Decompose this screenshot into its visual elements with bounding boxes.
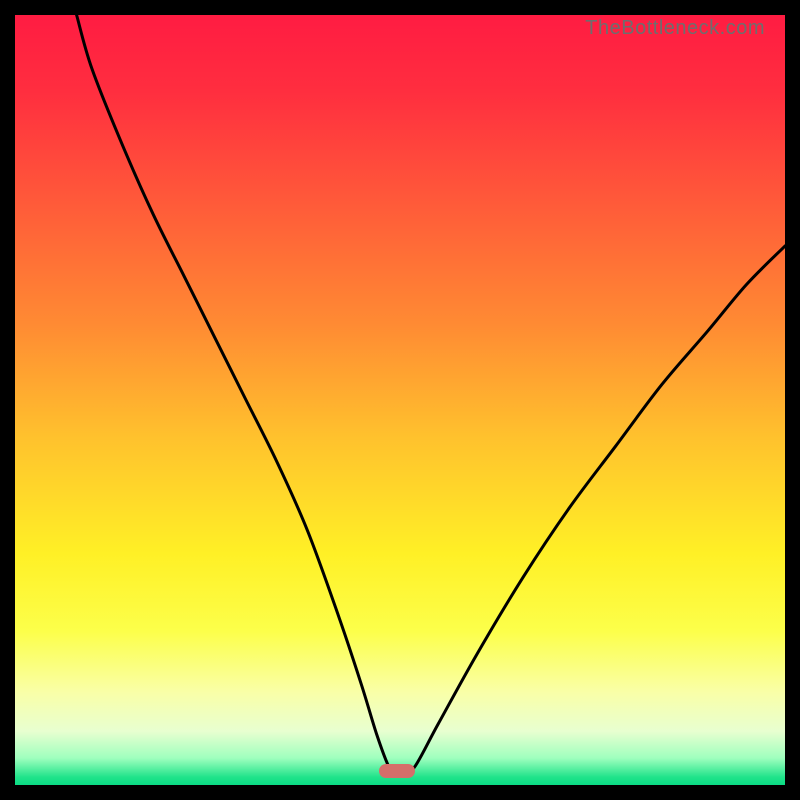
plot-area: TheBottleneck.com [15,15,785,785]
chart-frame: TheBottleneck.com [0,0,800,800]
optimal-point-marker [379,764,415,778]
curve-path [77,15,785,776]
bottleneck-curve [15,15,785,785]
watermark-text: TheBottleneck.com [585,17,765,40]
